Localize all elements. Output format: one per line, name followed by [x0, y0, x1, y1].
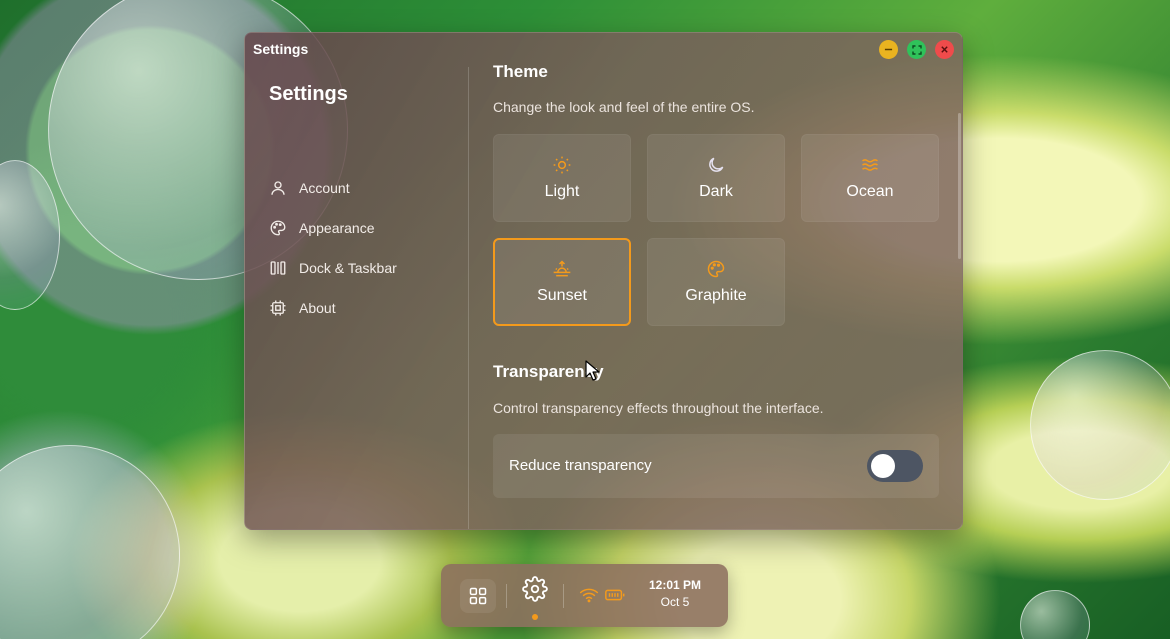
transparency-description: Control transparency effects throughout … — [493, 400, 824, 416]
sidebar-item-label: About — [299, 300, 336, 316]
sunset-icon — [553, 260, 571, 277]
chip-icon — [270, 300, 286, 316]
dock-icon — [270, 261, 286, 275]
wallpaper-bubble — [1030, 350, 1170, 500]
sidebar-item-label: Appearance — [299, 220, 375, 236]
grid-icon — [469, 587, 487, 605]
reduce-transparency-toggle[interactable] — [867, 450, 923, 482]
sidebar-item-account[interactable]: Account — [269, 176, 350, 200]
sidebar-heading: Settings — [269, 83, 348, 105]
theme-option-graphite[interactable]: Graphite — [647, 238, 785, 326]
sidebar-divider — [468, 67, 469, 529]
clock-date: Oct 5 — [660, 595, 690, 609]
theme-option-light[interactable]: Light — [493, 134, 631, 222]
sidebar-item-dock-taskbar[interactable]: Dock & Taskbar — [269, 256, 397, 280]
theme-option-label: Sunset — [537, 287, 587, 304]
toggle-knob — [871, 454, 895, 478]
sun-icon — [553, 156, 571, 174]
theme-option-label: Light — [544, 183, 580, 200]
gear-icon — [522, 576, 548, 602]
window-title: Settings — [253, 41, 309, 57]
wallpaper-bubble — [0, 160, 60, 310]
mouse-cursor-icon — [585, 360, 600, 381]
appearance-panel: Theme Change the look and feel of the en… — [493, 33, 943, 529]
theme-option-dark[interactable]: Dark — [647, 134, 785, 222]
theme-option-ocean[interactable]: Ocean — [801, 134, 939, 222]
theme-option-sunset[interactable]: Sunset — [493, 238, 631, 326]
palette-icon — [707, 260, 725, 278]
wallpaper-bubble — [1020, 590, 1090, 639]
reduce-transparency-row: Reduce transparency — [493, 434, 939, 498]
sidebar-item-appearance[interactable]: Appearance — [269, 216, 375, 240]
theme-option-label: Ocean — [846, 183, 894, 200]
battery-icon[interactable] — [604, 586, 626, 604]
theme-option-label: Graphite — [685, 287, 747, 304]
dock-separator — [506, 584, 507, 608]
theme-title: Theme — [493, 62, 548, 81]
dock: 12:01 PM Oct 5 — [441, 564, 728, 627]
sidebar-item-about[interactable]: About — [269, 296, 336, 320]
clock-time: 12:01 PM — [648, 578, 702, 592]
theme-option-label: Dark — [699, 183, 733, 200]
app-launcher-button[interactable] — [460, 579, 496, 613]
dock-settings-app[interactable] — [521, 575, 549, 603]
reduce-transparency-label: Reduce transparency — [509, 457, 652, 474]
sidebar-item-label: Dock & Taskbar — [299, 260, 397, 276]
dock-separator — [563, 584, 564, 608]
settings-window: Settings Settings Account Appearance Doc… — [244, 32, 963, 530]
wallpaper-bubble — [0, 445, 180, 639]
dock-clock[interactable]: 12:01 PM Oct 5 — [641, 578, 709, 609]
palette-icon — [270, 220, 286, 236]
sidebar-item-label: Account — [299, 180, 350, 196]
wifi-icon[interactable] — [579, 586, 599, 604]
waves-icon — [862, 159, 878, 171]
moon-icon — [709, 157, 724, 172]
theme-description: Change the look and feel of the entire O… — [493, 99, 755, 115]
running-indicator — [532, 614, 538, 620]
user-icon — [271, 181, 285, 195]
settings-sidebar: Settings Account Appearance Dock & Taskb… — [245, 63, 468, 529]
content-scrollbar[interactable] — [958, 113, 961, 259]
